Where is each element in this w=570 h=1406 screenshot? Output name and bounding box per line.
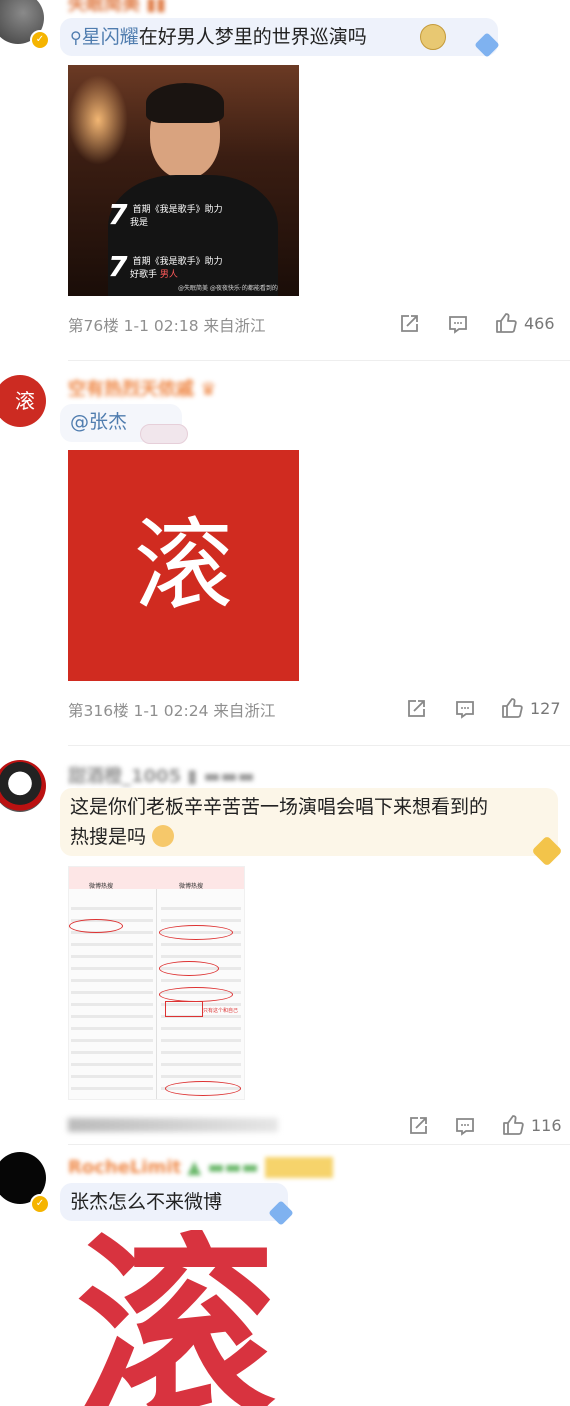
emoji-icon bbox=[420, 24, 446, 50]
person-hair bbox=[146, 83, 224, 123]
verified-badge-icon: ✓ bbox=[30, 1194, 50, 1214]
emoji-icon bbox=[152, 825, 175, 847]
divider bbox=[68, 745, 570, 746]
search-link[interactable]: 星闪耀 bbox=[82, 26, 139, 48]
screenshot-rows-left bbox=[71, 907, 153, 1097]
like-button[interactable]: 466 bbox=[494, 311, 555, 335]
share-button[interactable] bbox=[407, 1115, 429, 1137]
comment-meta bbox=[68, 1118, 278, 1132]
comment-icon bbox=[456, 701, 474, 719]
mention-link[interactable]: @张杰 bbox=[70, 407, 127, 437]
username[interactable]: 甜酒橙_1005 ▮ ▬▬▬ bbox=[68, 762, 255, 788]
comment-text: 张杰怎么不来微博 bbox=[70, 1191, 223, 1213]
like-count: 116 bbox=[531, 1115, 562, 1135]
lamp-glow bbox=[68, 75, 128, 165]
highlight-box bbox=[165, 1001, 203, 1017]
screenshot-title-left: 微博热搜 bbox=[89, 883, 114, 890]
comment-text: 这是你们老板辛辛苦苦一场演唱会唱下来想看到的 热搜是吗 bbox=[70, 792, 488, 852]
like-button[interactable]: 127 bbox=[500, 696, 561, 720]
comment-image[interactable]: 微博热搜 微博热搜 只有这个和自己 bbox=[68, 866, 245, 1100]
username[interactable]: 失眠简美 ▮▮ bbox=[68, 0, 166, 16]
comment-button[interactable] bbox=[454, 1115, 476, 1137]
avatar-text: 滚 bbox=[15, 389, 35, 413]
share-button[interactable] bbox=[398, 313, 420, 335]
divider bbox=[68, 360, 570, 361]
comment-icon bbox=[449, 316, 467, 334]
username[interactable]: RocheLimit ▲ ▬▬▬ ▬▬▬▬ bbox=[68, 1157, 333, 1178]
share-button[interactable] bbox=[405, 698, 427, 720]
comment-image[interactable]: 滚 bbox=[68, 1230, 299, 1406]
comment-meta: 第316楼 1-1 02:24 来自浙江 bbox=[68, 702, 276, 720]
highlight-circle bbox=[159, 925, 233, 940]
verified-badge-icon: ✓ bbox=[30, 30, 50, 50]
screenshot-note: 只有这个和自己 bbox=[203, 1008, 239, 1014]
image-text: 滚 bbox=[133, 507, 234, 624]
like-icon bbox=[503, 1115, 524, 1135]
username[interactable]: 空有热烈天侬戚 ♛ bbox=[68, 375, 216, 401]
share-icon bbox=[410, 1117, 427, 1134]
like-count: 466 bbox=[524, 313, 555, 333]
comment-meta: 第76楼 1-1 02:18 来自浙江 bbox=[68, 317, 266, 335]
share-icon bbox=[401, 315, 418, 332]
comment-image[interactable]: 7 首期《我是歌手》助力 我是 7 首期《我是歌手》助力 好歌手 男人 @失眠简… bbox=[68, 65, 299, 296]
like-button[interactable]: 116 bbox=[501, 1113, 562, 1137]
screenshot-title-right: 微博热搜 bbox=[179, 883, 204, 890]
avatar[interactable]: 滚 bbox=[0, 375, 46, 427]
comment-image[interactable]: 滚 bbox=[68, 450, 299, 681]
image-text: 滚 bbox=[76, 1230, 277, 1406]
screenshot-split bbox=[156, 889, 157, 1099]
comment-line-2: 热搜是吗 bbox=[70, 822, 488, 852]
highlight-circle bbox=[165, 1081, 241, 1096]
comment-text: ⚲星闪耀在好男人梦里的世界巡演吗 bbox=[70, 22, 367, 53]
highlight-circle bbox=[159, 987, 233, 1002]
comment-icon bbox=[456, 1118, 474, 1136]
like-icon bbox=[496, 313, 517, 333]
comment-button[interactable] bbox=[454, 698, 476, 720]
decor-cat-icon bbox=[140, 424, 188, 444]
comment-line-1: 这是你们老板辛辛苦苦一场演唱会唱下来想看到的 bbox=[70, 796, 489, 818]
caption-1-sub: 我是 bbox=[130, 218, 149, 228]
image-watermark: @失眠简美 @夜夜快乐·的都能看到的 bbox=[178, 285, 278, 292]
caption-1: 7 首期《我是歌手》助力 bbox=[108, 198, 223, 231]
highlight-circle bbox=[69, 919, 123, 933]
caption-2-sub: 好歌手 男人 bbox=[130, 270, 178, 280]
comment-button[interactable] bbox=[447, 313, 469, 335]
highlight-circle bbox=[159, 961, 219, 976]
search-icon: ⚲ bbox=[70, 28, 82, 47]
share-icon bbox=[408, 700, 425, 717]
comment-body: 在好男人梦里的世界巡演吗 bbox=[138, 26, 367, 48]
like-icon bbox=[502, 698, 523, 718]
divider bbox=[68, 1144, 570, 1145]
avatar[interactable] bbox=[0, 760, 46, 812]
like-count: 127 bbox=[530, 698, 561, 718]
